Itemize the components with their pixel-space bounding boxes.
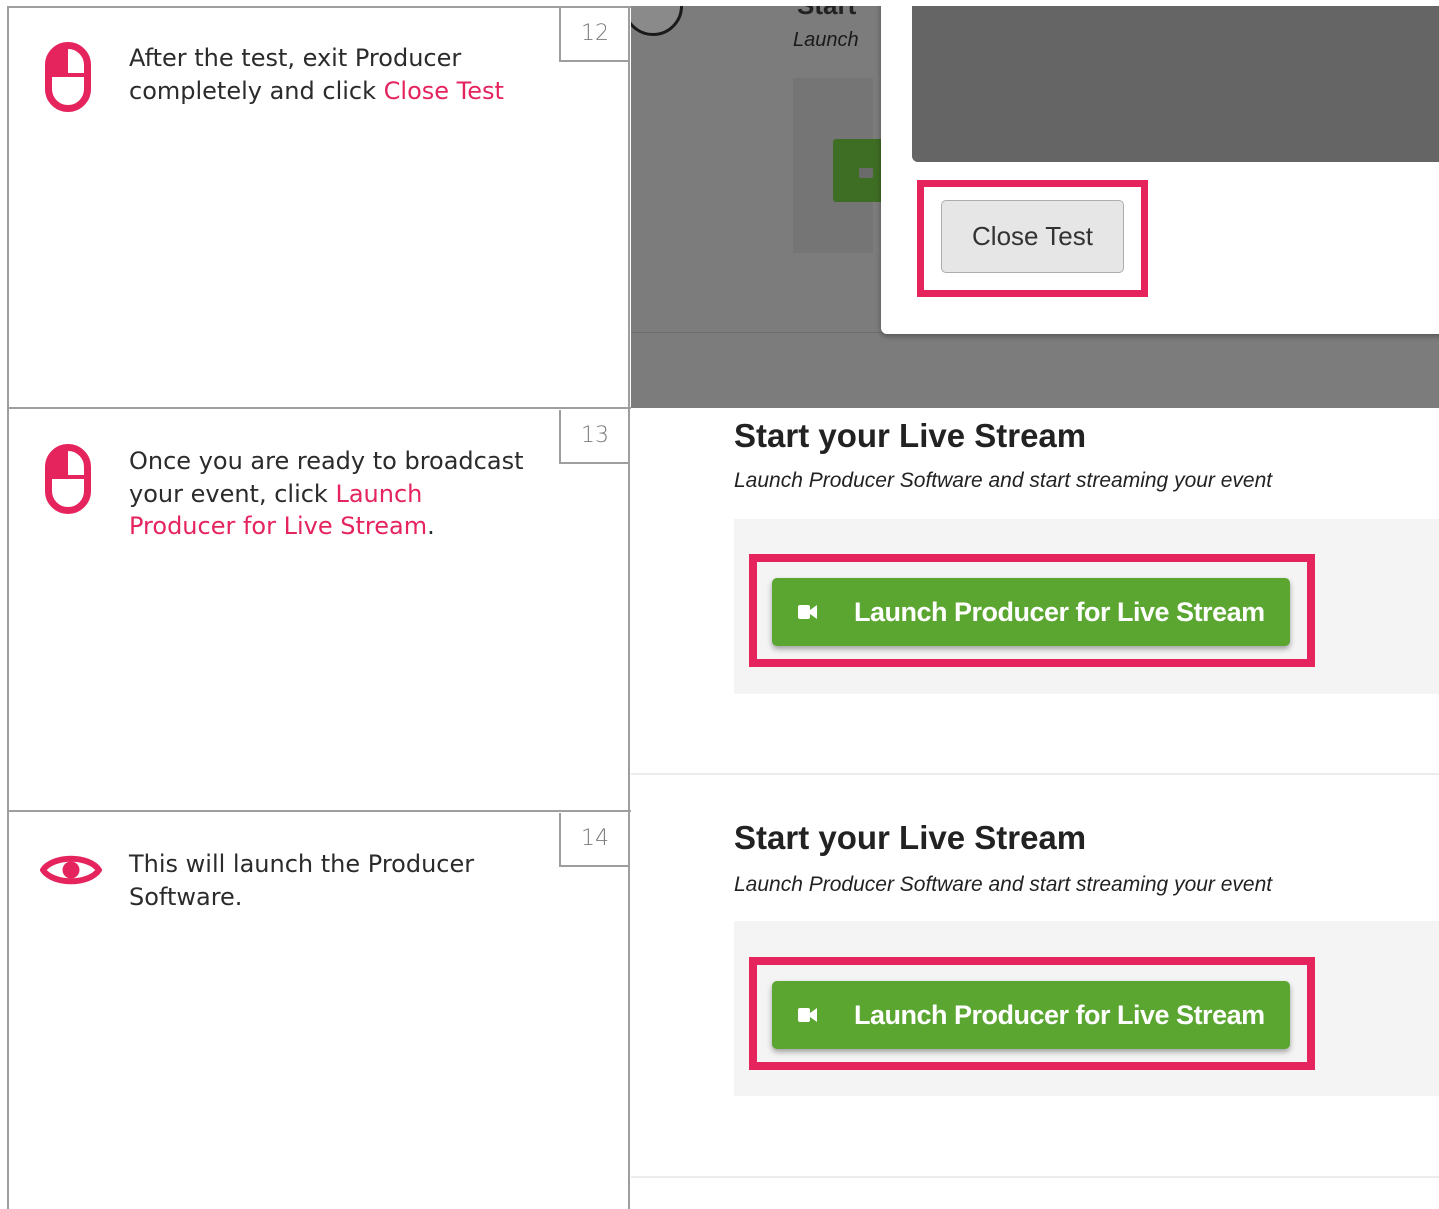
- video-camera-icon: [859, 168, 873, 178]
- instruction-plain: Once you are ready to broadcast your eve…: [129, 447, 524, 508]
- divider: [631, 1176, 1439, 1178]
- divider: [631, 773, 1439, 775]
- eye-icon: [39, 849, 103, 896]
- step-instruction-cell: After the test, exit Producer completely…: [7, 6, 629, 408]
- dimmed-title: Start: [797, 6, 856, 21]
- step-screenshot: 4 Start Launch Close Test: [631, 6, 1439, 408]
- instruction-text: This will launch the Producer Software.: [129, 848, 529, 913]
- video-preview: [912, 6, 1439, 162]
- launch-producer-button[interactable]: Launch Producer for Live Stream: [772, 578, 1290, 646]
- section-subtitle: Launch Producer Software and start strea…: [734, 873, 1273, 896]
- section-subtitle: Launch Producer Software and start strea…: [734, 469, 1273, 492]
- video-camera-icon: [798, 605, 817, 619]
- instruction-plain: This will launch the Producer Software.: [129, 850, 475, 911]
- step-badge-number: 4: [640, 6, 652, 10]
- instruction-suffix: .: [427, 512, 435, 540]
- step-number: 12: [559, 8, 629, 62]
- step-row-12: After the test, exit Producer completely…: [7, 6, 1439, 408]
- video-camera-icon: [798, 1008, 817, 1022]
- mouse-click-icon: [45, 444, 91, 519]
- step-guide: After the test, exit Producer completely…: [0, 0, 1439, 1209]
- mouse-click-icon: [45, 42, 91, 117]
- section-title: Start your Live Stream: [734, 819, 1087, 856]
- instruction-text: After the test, exit Producer completely…: [129, 42, 529, 107]
- launch-producer-button[interactable]: Launch Producer for Live Stream: [772, 981, 1290, 1049]
- step-screenshot: Start your Live Stream Launch Producer S…: [631, 811, 1439, 1209]
- button-label: Launch Producer for Live Stream: [854, 597, 1265, 627]
- step-screenshot: Start your Live Stream Launch Producer S…: [631, 408, 1439, 811]
- step-row-14: This will launch the Producer Software. …: [7, 811, 1439, 1209]
- step-instruction-cell: This will launch the Producer Software. …: [7, 811, 629, 1209]
- step-row-13: Once you are ready to broadcast your eve…: [7, 408, 1439, 811]
- instruction-text: Once you are ready to broadcast your eve…: [129, 445, 529, 543]
- dimmed-subtitle: Launch: [793, 29, 859, 51]
- button-label: Launch Producer for Live Stream: [854, 1000, 1265, 1030]
- close-test-button[interactable]: Close Test: [941, 200, 1124, 273]
- section-title: Start your Live Stream: [734, 417, 1087, 454]
- step-number: 13: [559, 410, 629, 464]
- step-number: 14: [559, 813, 629, 867]
- step-instruction-cell: Once you are ready to broadcast your eve…: [7, 408, 629, 811]
- instruction-highlight: Close Test: [383, 76, 504, 105]
